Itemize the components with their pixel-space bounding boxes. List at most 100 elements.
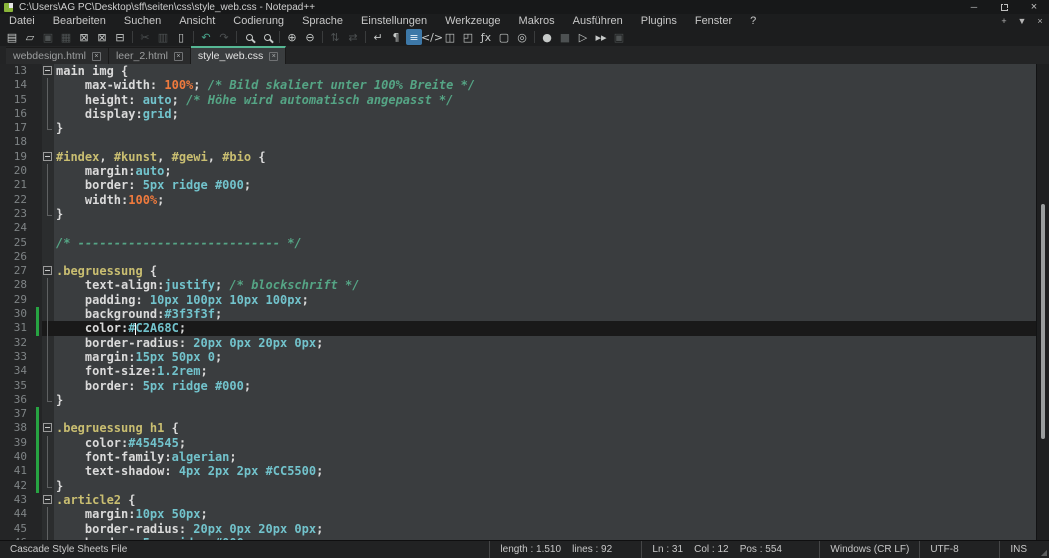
fold-margin xyxy=(42,93,54,107)
fold-line xyxy=(47,321,48,335)
menu-help[interactable]: ? xyxy=(741,14,765,28)
save-all-icon[interactable]: ▦ xyxy=(58,29,74,45)
fold-margin xyxy=(42,236,54,250)
line-number: 25 xyxy=(0,236,34,250)
tab-close-icon[interactable]: × xyxy=(92,52,101,61)
code-editor[interactable]: 13main img {14 max-width: 100%; /* Bild … xyxy=(0,64,1049,540)
save-icon[interactable]: ▣ xyxy=(40,29,56,45)
open-file-icon[interactable]: ▱ xyxy=(22,29,38,45)
menu-ausführen[interactable]: Ausführen xyxy=(564,14,632,28)
change-margin xyxy=(34,264,42,278)
tab-close-icon[interactable]: × xyxy=(174,52,183,61)
code-text: text-align:justify; /* blockschrift */ xyxy=(54,278,1036,292)
change-margin xyxy=(34,164,42,178)
change-margin xyxy=(34,379,42,393)
scrollbar-thumb[interactable] xyxy=(1041,204,1045,439)
indent-guide-icon[interactable]: ≡ xyxy=(406,29,422,45)
change-margin xyxy=(34,78,42,92)
document-map-icon[interactable]: ◫ xyxy=(442,29,458,45)
code-line: 18 xyxy=(0,135,1036,149)
undo-icon[interactable]: ↶ xyxy=(198,29,214,45)
menu-right-buttons: +▼× xyxy=(995,16,1049,26)
line-number: 33 xyxy=(0,350,34,364)
code-text: color:#454545; xyxy=(54,436,1036,450)
print-icon[interactable]: ⊟ xyxy=(112,29,128,45)
document-monitor-icon[interactable]: ◎ xyxy=(514,29,530,45)
show-all-characters-icon[interactable]: ¶ xyxy=(388,29,404,45)
code-line: 33 margin:15px 50px 0; xyxy=(0,350,1036,364)
menu-plugins[interactable]: Plugins xyxy=(632,14,686,28)
fold-line xyxy=(47,121,48,129)
macro-play-icon[interactable]: ▷ xyxy=(575,29,591,45)
change-margin xyxy=(34,536,42,540)
menu-sprache[interactable]: Sprache xyxy=(293,14,352,28)
menu-suchen[interactable]: Suchen xyxy=(115,14,170,28)
menu-einstellungen[interactable]: Einstellungen xyxy=(352,14,436,28)
status-encoding[interactable]: UTF-8 xyxy=(919,541,999,558)
fold-line xyxy=(47,364,48,378)
code-text: font-family:algerian; xyxy=(54,450,1036,464)
close-document-icon[interactable]: ⊠ xyxy=(76,29,92,45)
zoom-out-icon[interactable]: ⊖ xyxy=(302,29,318,45)
fold-collapse-icon[interactable] xyxy=(43,266,52,275)
sync-vertical-scroll-icon[interactable]: ⇅ xyxy=(327,29,343,45)
macro-save-icon[interactable]: ▣ xyxy=(611,29,627,45)
line-number: 39 xyxy=(0,436,34,450)
fold-collapse-icon[interactable] xyxy=(43,66,52,75)
monitor-icon[interactable]: ▢ xyxy=(496,29,512,45)
code-text: /* ---------------------------- */ xyxy=(54,236,1036,250)
macro-stop-icon[interactable]: ■ xyxy=(557,29,573,45)
tab-style-web-css[interactable]: style_web.css× xyxy=(191,46,286,64)
fold-line xyxy=(47,507,48,521)
macro-run-multiple-icon[interactable]: ▸▸ xyxy=(593,29,609,45)
function-list-icon[interactable]: ƒx xyxy=(478,29,494,45)
fold-collapse-icon[interactable] xyxy=(43,152,52,161)
fold-collapse-icon[interactable] xyxy=(43,495,52,504)
menu-datei[interactable]: Datei xyxy=(0,14,44,28)
tab-close-icon[interactable]: × xyxy=(269,52,278,61)
copy-icon[interactable]: ▥ xyxy=(155,29,171,45)
menu-fenster[interactable]: Fenster xyxy=(686,14,741,28)
close-all-documents-icon[interactable]: ⊠ xyxy=(94,29,110,45)
vertical-scrollbar[interactable] xyxy=(1036,64,1049,540)
resize-grip[interactable]: ◢ xyxy=(1037,541,1049,558)
code-line: 15 height: auto; /* Höhe wird automatisc… xyxy=(0,93,1036,107)
sync-horizontal-scroll-icon[interactable]: ⇄ xyxy=(345,29,361,45)
status-eol-format[interactable]: Windows (CR LF) xyxy=(819,541,919,558)
cut-icon[interactable]: ✂ xyxy=(137,29,153,45)
code-line: 27.begruessung { xyxy=(0,264,1036,278)
menu-codierung[interactable]: Codierung xyxy=(224,14,293,28)
find-icon[interactable] xyxy=(241,29,257,45)
fold-collapse-icon[interactable] xyxy=(43,423,52,432)
change-margin xyxy=(34,121,42,135)
macro-record-icon[interactable]: ● xyxy=(539,29,555,45)
tab-list-arrow-icon[interactable]: ▼ xyxy=(1013,16,1031,26)
fold-margin xyxy=(42,350,54,364)
restore-button[interactable] xyxy=(989,0,1019,14)
close-tab-icon[interactable]: × xyxy=(1031,16,1049,26)
replace-icon[interactable] xyxy=(259,29,275,45)
word-wrap-icon[interactable]: ↵ xyxy=(370,29,386,45)
line-number: 15 xyxy=(0,93,34,107)
menu-makros[interactable]: Makros xyxy=(510,14,564,28)
tab-leer-2-html[interactable]: leer_2.html× xyxy=(109,47,191,64)
function-completion-icon[interactable]: </> xyxy=(424,29,440,45)
new-file-icon[interactable]: ▤ xyxy=(4,29,20,45)
document-switcher-icon[interactable]: ◰ xyxy=(460,29,476,45)
menu-werkzeuge[interactable]: Werkzeuge xyxy=(436,14,509,28)
status-insert-mode[interactable]: INS xyxy=(999,541,1037,558)
fold-line xyxy=(47,307,48,321)
menu-ansicht[interactable]: Ansicht xyxy=(170,14,224,28)
zoom-in-icon[interactable]: ⊕ xyxy=(284,29,300,45)
code-text: width:100%; xyxy=(54,193,1036,207)
toolbar-separator xyxy=(322,31,323,43)
menu-bearbeiten[interactable]: Bearbeiten xyxy=(44,14,115,28)
code-text: border: 5px ridge #000; xyxy=(54,178,1036,192)
new-tab-plus-icon[interactable]: + xyxy=(995,16,1013,26)
redo-icon[interactable]: ↷ xyxy=(216,29,232,45)
close-window-button[interactable]: × xyxy=(1019,0,1049,14)
tab-webdesign-html[interactable]: webdesign.html× xyxy=(6,47,109,64)
paste-icon[interactable]: ▯ xyxy=(173,29,189,45)
change-margin xyxy=(34,350,42,364)
minimize-button[interactable]: ─ xyxy=(959,0,989,14)
